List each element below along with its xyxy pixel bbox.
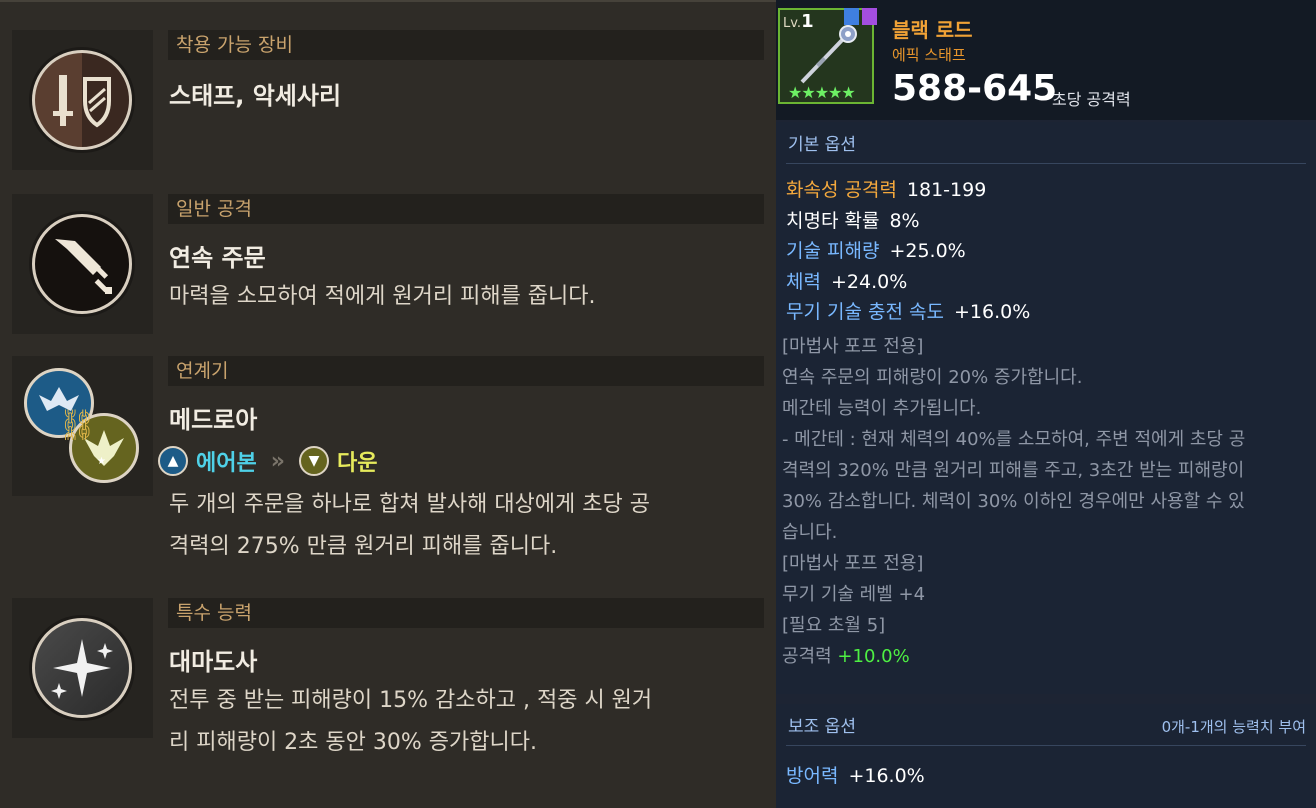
special-desc-line: 전투 중 받는 피해량이 15% 감소하고 , 적중 시 원거 [169,688,653,713]
stat-key: 화속성 공격력 [786,179,897,201]
stat-row: 기술 피해량 +25.0% [786,237,966,265]
basic-options: 기본 옵션 화속성 공격력 181-199 치명타 확률 8% 기술 피해량 +25.… [776,122,1316,694]
section-header: 일반 공격 [168,194,764,224]
stat-row: 치명타 확률 8% [786,207,920,235]
item-attack-label: 초당 공격력 [1052,90,1131,109]
item-header: Lv.1 ★★★★★ 블랙 로드 에픽 스태프 588-645 초당 공격력 [776,0,1316,120]
sword-icon [32,214,132,314]
stat-value: +25.0% [889,240,966,262]
section-header: 착용 가능 장비 [168,30,764,60]
bonus-line: 공격력 +10.0% [782,641,1307,672]
combo-desc: 두 개의 주문을 하나로 합쳐 발사해 대상에게 초당 공 격력의 275% 만… [169,484,749,568]
desc-line: [필요 초월 5] [782,615,886,636]
desc-line: 습니다. [782,522,838,543]
stat-row: 체력 +24.0% [786,268,907,296]
item-name: 블랙 로드 [892,18,973,42]
sub-options: 보조 옵션 0개-1개의 능력치 부여 방어력 +16.0% [776,704,1316,808]
stat-value: +16.0% [953,301,1031,323]
desc-line: 30% 감소합니다. 체력이 30% 이하인 경우에만 사용할 수 있 [782,491,1245,512]
item-attack: 588-645 [892,68,1058,109]
divider [786,163,1306,164]
stat-value: +24.0% [830,271,908,293]
sparkle-icon [32,618,132,718]
stat-key: 치명타 확률 [786,210,880,232]
chain-link-icon: ⛓ [58,408,97,443]
stat-row: 무기 기술 충전 속도 +16.0% [786,298,1030,326]
divider [786,745,1306,746]
combo-from-label: 에어본 [196,451,257,476]
stat-row: 화속성 공격력 181-199 [786,176,986,204]
stat-key: 무기 기술 충전 속도 [786,301,944,323]
special-ability-desc: 전투 중 받는 피해량이 15% 감소하고 , 적중 시 원거 리 피해량이 2… [169,680,749,764]
item-type: 에픽 스태프 [892,46,966,64]
sword-shield-icon [32,50,132,150]
combo-skill-name: 메드로아 [169,406,258,434]
double-chevron-icon: » [270,448,285,474]
combo-sequence: ▲ 에어본 » ▼ 다운 [158,444,377,478]
basic-attack-name: 연속 주문 [169,244,266,272]
basic-attack-desc: 마력을 소모하여 적에게 원거리 피해를 줍니다. [169,284,596,309]
desc-line: 메간테 능력이 추가됩니다. [782,398,982,419]
combo-icon-box: ★ ⛓ [12,356,153,496]
desc-line: [마법사 포프 전용] [782,336,924,357]
basic-attack-section: 일반 공격 연속 주문 마력을 소모하여 적에게 원거리 피해를 줍니다. [12,194,764,334]
bonus-value: +10.0% [837,646,910,667]
stat-key: 방어력 [786,765,839,787]
staff-item-icon: Lv.1 ★★★★★ [778,8,877,104]
desc-line: - 메간테 : 현재 체력의 40%를 소모하여, 주변 적에게 초당 공 [782,429,1246,450]
basic-attack-icon-box [12,194,153,334]
equipment-icon-box [12,30,153,170]
equipment-section: 착용 가능 장비 스태프, 악세사리 [12,30,764,170]
desc-line: 연속 주문의 피해량이 20% 증가합니다. [782,367,1083,388]
down-mini-icon: ▼ [298,446,329,476]
character-info-panel: 착용 가능 장비 스태프, 악세사리 일반 공격 연속 주문 마력을 소모하여 … [0,0,776,808]
airborne-mini-icon: ▲ [158,446,188,476]
stat-row: 방어력 +16.0% [786,762,925,790]
desc-line: 격력의 320% 만큼 원거리 피해를 주고, 3초간 받는 피해량이 [782,460,1245,481]
svg-text:★: ★ [97,456,106,467]
combo-desc-line: 격력의 275% 만큼 원거리 피해를 줍니다. [169,534,558,559]
special-ability-name: 대마도사 [169,648,258,676]
special-ability-section: 특수 능력 대마도사 전투 중 받는 피해량이 15% 감소하고 , 적중 시 … [12,598,764,808]
sub-options-title: 보조 옵션 [788,717,856,737]
sub-options-range: 0개-1개의 능력치 부여 [1161,718,1306,736]
stat-value: 8% [889,210,920,232]
desc-line: [마법사 포프 전용] [782,553,924,574]
special-desc-line: 리 피해량이 2초 동안 30% 증가합니다. [169,730,537,755]
star-rating: ★★★★★ [788,83,856,102]
stat-value: +16.0% [848,765,925,787]
equipment-types: 스태프, 악세사리 [169,82,342,110]
special-ability-icon-box [12,598,153,738]
basic-options-title: 기본 옵션 [788,135,856,155]
stat-key: 체력 [786,271,821,293]
combo-section: ★ ⛓ 연계기 메드로아 ▲ 에어본 » ▼ 다운 두 개의 주문을 하나로 합… [12,356,764,568]
bonus-key: 공격력 [782,646,832,667]
option-description: [마법사 포프 전용] 연속 주문의 피해량이 20% 증가합니다. 메간테 능… [782,331,1307,672]
combo-to-label: 다운 [336,451,378,476]
section-header: 특수 능력 [168,598,764,628]
stat-key: 기술 피해량 [786,240,880,262]
section-header: 연계기 [168,356,764,386]
item-tooltip: Lv.1 ★★★★★ 블랙 로드 에픽 스태프 588-645 초당 공격력 기… [776,0,1316,808]
combo-desc-line: 두 개의 주문을 하나로 합쳐 발사해 대상에게 초당 공 [169,492,650,517]
stat-value: 181-199 [906,179,987,201]
desc-line: 무기 기술 레벨 +4 [782,584,926,605]
